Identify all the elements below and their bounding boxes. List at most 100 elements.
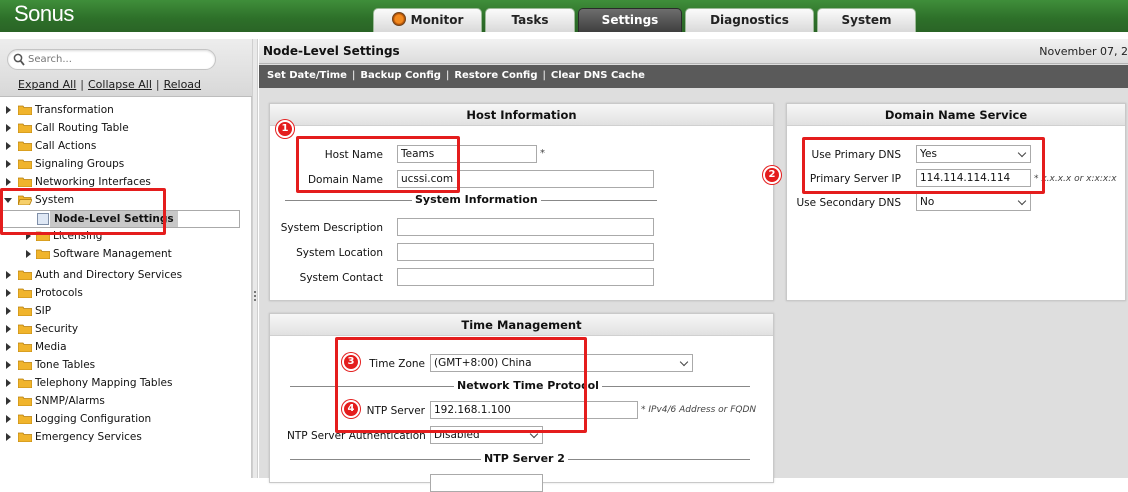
tree-item-software-management[interactable]: Software Management bbox=[0, 246, 240, 262]
tree-controls: Expand All | Collapse All | Reload bbox=[18, 78, 202, 91]
collapse-all-link[interactable]: Collapse All bbox=[88, 78, 152, 91]
system-description-input[interactable] bbox=[397, 218, 654, 236]
annotation-box-3-4 bbox=[335, 337, 587, 433]
tab-monitor-label: Monitor bbox=[410, 13, 464, 27]
tree-item-label: Transformation bbox=[35, 104, 114, 116]
folder-icon bbox=[18, 432, 32, 442]
annotation-badge-1: 1 bbox=[276, 120, 294, 138]
expand-arrow-icon[interactable] bbox=[6, 106, 11, 114]
tree-item-snmp-alarms[interactable]: SNMP/Alarms bbox=[0, 393, 240, 409]
tab-settings[interactable]: Settings bbox=[578, 8, 682, 32]
expand-arrow-icon[interactable] bbox=[6, 124, 11, 132]
tree-item-label: Media bbox=[35, 341, 67, 353]
chevron-down-icon bbox=[679, 357, 689, 367]
chevron-down-icon bbox=[1017, 196, 1027, 206]
system-location-label: System Location bbox=[296, 247, 383, 259]
expand-arrow-icon[interactable] bbox=[6, 433, 11, 441]
ntp-server-hint: * IPv4/6 Address or FQDN bbox=[641, 405, 757, 415]
tree-item-label: SIP bbox=[35, 305, 52, 317]
tree-item-label: Security bbox=[35, 323, 79, 335]
expand-arrow-icon[interactable] bbox=[6, 142, 11, 150]
search-box[interactable] bbox=[7, 49, 216, 70]
tree-item-label: Software Management bbox=[53, 248, 172, 260]
expand-arrow-icon[interactable] bbox=[6, 397, 11, 405]
annotation-badge-4: 4 bbox=[342, 400, 360, 418]
expand-arrow-icon[interactable] bbox=[6, 343, 11, 351]
expand-arrow-icon[interactable] bbox=[6, 325, 11, 333]
tab-monitor[interactable]: Monitor bbox=[373, 8, 482, 32]
expand-arrow-icon[interactable] bbox=[6, 289, 11, 297]
backup-config-link[interactable]: Backup Config bbox=[360, 70, 441, 81]
expand-arrow-icon[interactable] bbox=[6, 307, 11, 315]
required-marker: * bbox=[540, 148, 545, 159]
panel-splitter[interactable] bbox=[252, 39, 258, 478]
primary-ip-hint: * x.x.x.x or x:x:x:x bbox=[1034, 174, 1117, 184]
top-header-bar: Sonus Monitor Tasks Settings Diagnostics… bbox=[0, 0, 1128, 32]
tree-item-label: SNMP/Alarms bbox=[35, 395, 105, 407]
dns-title: Domain Name Service bbox=[787, 104, 1125, 126]
expand-arrow-icon[interactable] bbox=[6, 160, 11, 168]
tree-item-sip[interactable]: SIP bbox=[0, 303, 240, 319]
expand-arrow-icon[interactable] bbox=[6, 415, 11, 423]
reload-link[interactable]: Reload bbox=[164, 78, 201, 91]
search-input[interactable] bbox=[28, 52, 208, 67]
system-contact-input[interactable] bbox=[397, 268, 654, 286]
tree-item-logging-configuration[interactable]: Logging Configuration bbox=[0, 411, 240, 427]
time-management-panel: Time Management Time Zone (GMT+8:00) Chi… bbox=[269, 313, 774, 492]
use-secondary-dns-label: Use Secondary DNS bbox=[796, 197, 901, 209]
navigation-sidebar: Expand All|Collapse All|Reload Transform… bbox=[0, 39, 252, 478]
folder-icon bbox=[18, 141, 32, 151]
main-header: Node-Level Settings November 07, 2 bbox=[259, 39, 1128, 64]
tree-item-transformation[interactable]: Transformation bbox=[0, 102, 240, 118]
tree-item-signaling-groups[interactable]: Signaling Groups bbox=[0, 156, 240, 172]
expand-arrow-icon[interactable] bbox=[6, 379, 11, 387]
tree-item-security[interactable]: Security bbox=[0, 321, 240, 337]
expand-arrow-icon[interactable] bbox=[6, 361, 11, 369]
host-information-panel: Host Information Host Name Teams * Domai… bbox=[269, 103, 774, 301]
annotation-box-1 bbox=[296, 136, 460, 193]
tree-item-tone-tables[interactable]: Tone Tables bbox=[0, 357, 240, 373]
system-contact-label: System Contact bbox=[299, 272, 383, 284]
ntp-server-2-title: NTP Server 2 bbox=[481, 452, 568, 465]
tree-item-label: Logging Configuration bbox=[35, 413, 152, 425]
tab-system[interactable]: System bbox=[817, 8, 916, 32]
tree-item-call-routing-table[interactable]: Call Routing Table bbox=[0, 120, 240, 136]
annotation-badge-2: 2 bbox=[763, 166, 781, 184]
tab-diagnostics[interactable]: Diagnostics bbox=[685, 8, 814, 32]
splitter-grip-icon[interactable] bbox=[254, 291, 256, 301]
expand-all-link[interactable]: Expand All bbox=[18, 78, 76, 91]
ntp-server-2-select[interactable] bbox=[430, 474, 543, 492]
folder-icon bbox=[18, 360, 32, 370]
folder-icon bbox=[18, 123, 32, 133]
set-date-time-link[interactable]: Set Date/Time bbox=[267, 70, 347, 81]
system-location-input[interactable] bbox=[397, 243, 654, 261]
host-information-title: Host Information bbox=[270, 104, 773, 126]
tab-settings-label: Settings bbox=[601, 13, 659, 27]
folder-icon bbox=[18, 288, 32, 298]
folder-icon bbox=[36, 249, 50, 259]
search-icon bbox=[13, 53, 25, 66]
use-secondary-dns-select[interactable]: No bbox=[916, 193, 1031, 211]
tree-item-label: Call Routing Table bbox=[35, 122, 129, 134]
tree-item-emergency-services[interactable]: Emergency Services bbox=[0, 429, 240, 445]
folder-icon bbox=[18, 324, 32, 334]
tab-tasks[interactable]: Tasks bbox=[485, 8, 575, 32]
tab-tasks-label: Tasks bbox=[511, 13, 549, 27]
tree-item-media[interactable]: Media bbox=[0, 339, 240, 355]
clear-dns-cache-link[interactable]: Clear DNS Cache bbox=[551, 70, 645, 81]
restore-config-link[interactable]: Restore Config bbox=[454, 70, 537, 81]
expand-arrow-icon[interactable] bbox=[6, 271, 11, 279]
expand-arrow-icon[interactable] bbox=[26, 250, 31, 258]
tree-item-protocols[interactable]: Protocols bbox=[0, 285, 240, 301]
sonus-logo: Sonus bbox=[14, 1, 74, 26]
tab-system-label: System bbox=[841, 13, 892, 27]
folder-icon bbox=[18, 159, 32, 169]
tree-item-label: Auth and Directory Services bbox=[35, 269, 183, 281]
folder-icon bbox=[18, 378, 32, 388]
expand-arrow-icon[interactable] bbox=[6, 178, 11, 186]
tree-item-telephony-mapping-tables[interactable]: Telephony Mapping Tables bbox=[0, 375, 240, 391]
tree-item-call-actions[interactable]: Call Actions bbox=[0, 138, 240, 154]
system-information-title: System Information bbox=[412, 193, 541, 206]
action-bar: Set Date/Time | Backup Config | Restore Conf… bbox=[259, 65, 1128, 88]
tree-item-auth-directory-services[interactable]: Auth and Directory Services bbox=[0, 267, 240, 283]
